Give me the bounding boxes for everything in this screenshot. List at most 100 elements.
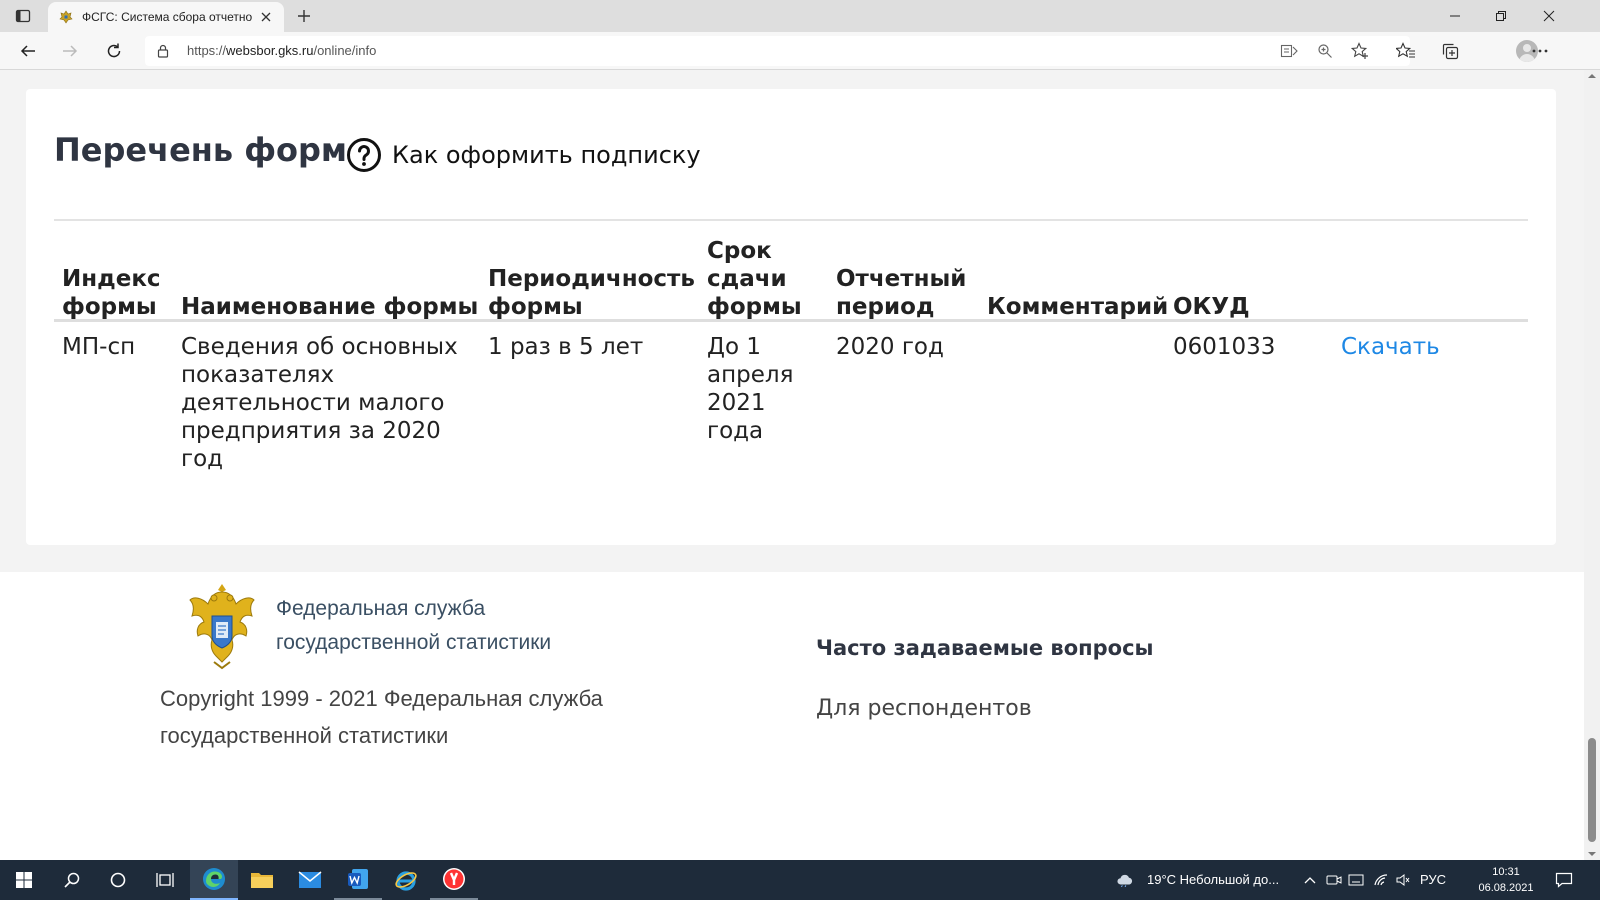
header-report-period: Отчетный период <box>836 265 966 321</box>
cell-report-period: 2020 год <box>836 334 944 360</box>
file-explorer-icon[interactable] <box>238 860 286 900</box>
header-report-line: период <box>836 294 935 320</box>
forms-table: Индекс формы Наименование формы Периодич… <box>54 229 1528 472</box>
cell-name-line: деятельности малого <box>181 390 445 416</box>
cell-name-line: Сведения об основных <box>181 334 458 360</box>
lock-icon[interactable] <box>155 43 171 59</box>
word-icon[interactable] <box>334 860 382 900</box>
back-icon[interactable] <box>16 39 40 63</box>
download-link[interactable]: Скачать <box>1341 333 1440 361</box>
url-text[interactable]: https://websbor.gks.ru/online/info <box>187 43 376 58</box>
header-comment-line: Комментарий <box>987 294 1169 320</box>
rosstat-emblem-icon <box>189 584 255 670</box>
add-favorite-icon[interactable] <box>1351 42 1369 60</box>
mail-icon[interactable] <box>286 860 334 900</box>
search-icon[interactable] <box>48 860 96 900</box>
cell-period: 1 раз в 5 лет <box>488 334 644 360</box>
notification-center-icon[interactable] <box>1554 871 1574 889</box>
header-period: Периодичность формы <box>488 265 695 321</box>
header-okud-line: ОКУД <box>1173 294 1250 320</box>
page-title: Перечень форм <box>54 131 348 169</box>
chevron-up-icon[interactable] <box>1302 872 1318 888</box>
yandex-browser-icon[interactable] <box>430 860 478 900</box>
cell-deadline-line: апреля <box>707 362 794 388</box>
copyright-text: Copyright 1999 - 2021 Федеральная служба… <box>160 680 603 754</box>
header-deadline: Срок сдачи формы <box>707 237 802 321</box>
header-deadline-line: Срок <box>707 238 772 264</box>
refresh-icon[interactable] <box>102 39 126 63</box>
start-windows-icon[interactable] <box>0 860 48 900</box>
scroll-down-icon[interactable] <box>1588 850 1596 858</box>
address-bar[interactable]: https://websbor.gks.ru/online/info <box>145 36 1410 66</box>
keyboard-layout-icon[interactable] <box>1348 872 1364 888</box>
url-scheme: https:// <box>187 43 227 58</box>
emblem-favicon-icon <box>58 9 74 25</box>
help-link-label[interactable]: Как оформить подписку <box>392 141 701 169</box>
tab-bar: ФСГС: Система сбора отчетност <box>0 0 1600 32</box>
org-name-line: государственной статистики <box>276 631 552 654</box>
site-footer: Федеральная служба государственной стати… <box>0 572 1584 860</box>
copyright-line: государственной статистики <box>160 723 449 748</box>
forward-icon[interactable] <box>58 39 82 63</box>
url-path: /online/info <box>313 43 377 58</box>
cell-okud: 0601033 <box>1173 334 1276 360</box>
clock-date: 06.08.2021 <box>1478 882 1534 894</box>
faq-link[interactable]: Часто задаваемые вопросы <box>816 636 1154 660</box>
tab-title: ФСГС: Система сбора отчетност <box>82 10 252 24</box>
internet-explorer-icon[interactable] <box>382 860 430 900</box>
cortana-icon[interactable] <box>94 860 142 900</box>
header-index: Индекс формы <box>62 265 161 321</box>
cell-deadline-line: 2021 <box>707 390 766 416</box>
immersive-reader-icon[interactable] <box>1280 42 1298 60</box>
zoom-icon[interactable] <box>1316 42 1334 60</box>
clock-time: 10:31 <box>1492 866 1520 878</box>
org-name-line: Федеральная служба <box>276 597 486 620</box>
minimize-icon[interactable] <box>1432 4 1478 28</box>
url-host: websbor.gks.ru <box>226 43 314 58</box>
scroll-up-icon[interactable] <box>1588 72 1596 80</box>
page-viewport: Перечень форм Как оформить подписку Инде… <box>0 70 1584 860</box>
task-view-icon[interactable] <box>141 860 189 900</box>
question-circle-icon[interactable] <box>346 137 382 173</box>
browser-tab[interactable]: ФСГС: Система сбора отчетност <box>48 2 284 32</box>
header-deadline-line: сдачи <box>707 266 787 292</box>
header-index-line: формы <box>62 294 157 320</box>
forms-card: Перечень форм Как оформить подписку Инде… <box>26 89 1556 545</box>
divider <box>54 219 1528 221</box>
header-report-line: Отчетный <box>836 266 967 292</box>
scroll-thumb[interactable] <box>1588 738 1596 842</box>
table-header: Индекс формы Наименование формы Периодич… <box>54 229 1528 321</box>
weather-cloud-icon[interactable] <box>1117 872 1133 888</box>
restore-icon[interactable] <box>1478 4 1524 28</box>
new-tab-icon[interactable] <box>294 6 314 26</box>
cell-deadline-line: До 1 <box>707 334 761 360</box>
cell-name: Сведения об основных показателях деятель… <box>181 333 458 473</box>
header-deadline-line: формы <box>707 294 802 320</box>
close-window-icon[interactable] <box>1526 4 1572 28</box>
cell-name-line: предприятия за 2020 <box>181 418 441 444</box>
volume-icon[interactable] <box>1395 872 1411 888</box>
cell-deadline-line: года <box>707 418 764 444</box>
cell-name-line: год <box>181 446 224 472</box>
subscription-help-link[interactable]: Как оформить подписку <box>346 137 701 173</box>
page-scrollbar[interactable] <box>1584 70 1600 860</box>
respondents-link[interactable]: Для респондентов <box>816 696 1032 721</box>
copyright-line: Copyright 1999 - 2021 Федеральная служба <box>160 686 603 711</box>
input-language[interactable]: РУС <box>1420 872 1446 887</box>
header-comment: Комментарий <box>987 293 1168 321</box>
more-options-icon[interactable] <box>1530 41 1550 61</box>
close-tab-icon[interactable] <box>258 9 274 25</box>
meet-now-icon[interactable] <box>1326 872 1342 888</box>
favorites-icon[interactable] <box>1396 41 1416 61</box>
cell-index: МП-сп <box>62 334 136 360</box>
edge-taskbar-icon[interactable] <box>190 860 238 900</box>
windows-taskbar: 19°C Небольшой до... РУС 10:31 06.08.202… <box>0 860 1600 900</box>
browser-toolbar: https://websbor.gks.ru/online/info <box>0 32 1600 70</box>
system-clock[interactable]: 10:31 06.08.2021 <box>1476 864 1536 896</box>
header-period-line: формы <box>488 294 583 320</box>
weather-text[interactable]: 19°C Небольшой до... <box>1147 872 1279 887</box>
header-name: Наименование формы <box>181 293 478 321</box>
wifi-icon[interactable] <box>1373 872 1389 888</box>
collections-icon[interactable] <box>1440 41 1460 61</box>
tab-actions-icon[interactable] <box>14 7 32 25</box>
